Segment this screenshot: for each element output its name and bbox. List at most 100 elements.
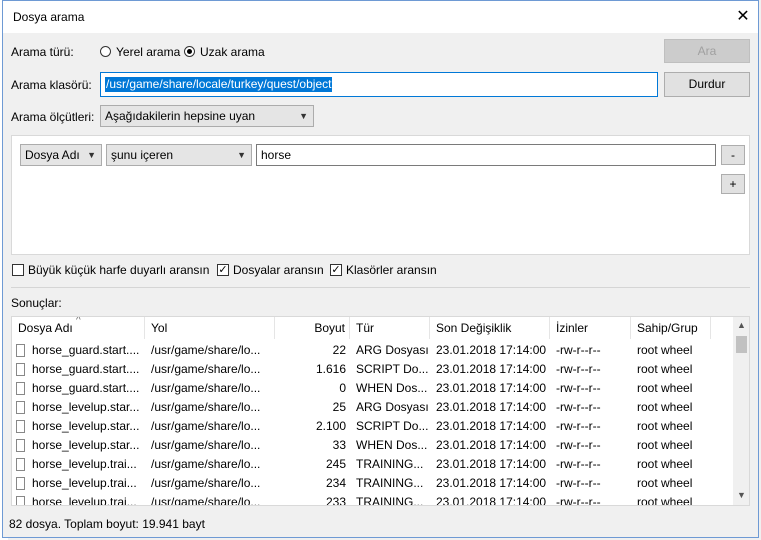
sort-ascending-icon: ^ bbox=[76, 316, 81, 326]
rule-value-text: horse bbox=[261, 148, 292, 162]
table-row[interactable]: horse_guard.start.... /usr/game/share/lo.… bbox=[12, 379, 728, 398]
table-row[interactable]: horse_levelup.trai... /usr/game/share/lo.… bbox=[12, 474, 728, 493]
cell-type: TRAINING... bbox=[356, 476, 424, 490]
search-dialog: Dosya arama ✕ Arama türü: Yerel arama Uz… bbox=[2, 0, 759, 538]
search-files-label: Dosyalar aransın bbox=[233, 263, 324, 277]
file-icon bbox=[16, 477, 25, 490]
cell-permissions: -rw-r--r-- bbox=[556, 362, 601, 376]
cell-owner: root wheel bbox=[637, 343, 693, 357]
column-header-name[interactable]: Dosya Adı ^ bbox=[12, 317, 145, 339]
cell-name: horse_levelup.star... bbox=[32, 438, 140, 452]
cell-modified: 23.01.2018 17:14:00 bbox=[436, 343, 547, 357]
cell-name: horse_levelup.trai... bbox=[32, 495, 137, 506]
scrollbar-thumb[interactable] bbox=[736, 336, 747, 353]
cell-type: ARG Dosyası bbox=[356, 400, 429, 414]
cell-modified: 23.01.2018 17:14:00 bbox=[436, 495, 547, 506]
add-rule-button[interactable]: + bbox=[721, 174, 745, 194]
divider bbox=[11, 287, 750, 288]
results-scrollbar[interactable]: ▲ ▼ bbox=[733, 317, 749, 505]
cell-size: 233 bbox=[325, 495, 346, 506]
cell-size: 1.616 bbox=[315, 362, 346, 376]
table-row[interactable]: horse_guard.start.... /usr/game/share/lo.… bbox=[12, 360, 728, 379]
cell-type: TRAINING... bbox=[356, 495, 424, 506]
close-icon[interactable]: ✕ bbox=[732, 6, 754, 28]
file-icon bbox=[16, 344, 25, 357]
cell-owner: root wheel bbox=[637, 495, 693, 506]
table-row[interactable]: horse_levelup.star... /usr/game/share/lo.… bbox=[12, 436, 728, 455]
cell-owner: root wheel bbox=[637, 362, 693, 376]
results-header: Dosya Adı ^ Yol Boyut Tür Son Değişiklik… bbox=[12, 317, 732, 339]
criteria-panel: Dosya Adı ▼ şunu içeren ▼ horse - + bbox=[11, 135, 750, 255]
scroll-up-icon[interactable]: ▲ bbox=[733, 317, 749, 334]
stop-button[interactable]: Durdur bbox=[664, 72, 750, 97]
search-type-label: Arama türü: bbox=[11, 45, 74, 59]
cell-type: SCRIPT Do... bbox=[356, 362, 429, 376]
cell-path: /usr/game/share/lo... bbox=[151, 457, 261, 471]
chevron-down-icon: ▼ bbox=[299, 111, 308, 121]
cell-permissions: -rw-r--r-- bbox=[556, 381, 601, 395]
column-header-type[interactable]: Tür bbox=[350, 317, 430, 339]
local-search-radio[interactable] bbox=[100, 46, 111, 57]
column-header-size[interactable]: Boyut bbox=[275, 317, 350, 339]
table-row[interactable]: horse_levelup.trai... /usr/game/share/lo.… bbox=[12, 493, 728, 506]
cell-permissions: -rw-r--r-- bbox=[556, 419, 601, 433]
criteria-match-select[interactable]: Aşağıdakilerin hepsine uyan ▼ bbox=[100, 105, 314, 127]
file-icon bbox=[16, 363, 25, 376]
column-header-modified[interactable]: Son Değişiklik bbox=[430, 317, 550, 339]
results-rows: horse_guard.start.... /usr/game/share/lo.… bbox=[12, 341, 732, 506]
cell-size: 33 bbox=[332, 438, 346, 452]
remove-rule-button[interactable]: - bbox=[721, 145, 745, 165]
case-sensitive-checkbox[interactable] bbox=[12, 264, 24, 276]
cell-permissions: -rw-r--r-- bbox=[556, 476, 601, 490]
cell-modified: 23.01.2018 17:14:00 bbox=[436, 476, 547, 490]
cell-path: /usr/game/share/lo... bbox=[151, 362, 261, 376]
cell-path: /usr/game/share/lo... bbox=[151, 343, 261, 357]
column-header-permissions[interactable]: İzinler bbox=[550, 317, 631, 339]
case-sensitive-label: Büyük küçük harfe duyarlı aransın bbox=[28, 263, 210, 277]
file-icon bbox=[16, 458, 25, 471]
search-files-checkbox[interactable]: ✓ bbox=[217, 264, 229, 276]
cell-owner: root wheel bbox=[637, 400, 693, 414]
search-folders-checkbox[interactable]: ✓ bbox=[330, 264, 342, 276]
criteria-match-value: Aşağıdakilerin hepsine uyan bbox=[105, 109, 256, 123]
cell-owner: root wheel bbox=[637, 381, 693, 395]
file-icon bbox=[16, 382, 25, 395]
rule-operator-select[interactable]: şunu içeren ▼ bbox=[106, 144, 252, 166]
table-row[interactable]: horse_guard.start.... /usr/game/share/lo.… bbox=[12, 341, 728, 360]
cell-owner: root wheel bbox=[637, 476, 693, 490]
cell-path: /usr/game/share/lo... bbox=[151, 495, 261, 506]
rule-field-select[interactable]: Dosya Adı ▼ bbox=[20, 144, 102, 166]
cell-path: /usr/game/share/lo... bbox=[151, 381, 261, 395]
cell-name: horse_levelup.trai... bbox=[32, 476, 137, 490]
column-header-owner[interactable]: Sahip/Grup bbox=[631, 317, 711, 339]
rule-value-input[interactable]: horse bbox=[256, 144, 716, 166]
cell-size: 0 bbox=[339, 381, 346, 395]
search-button[interactable]: Ara bbox=[664, 39, 750, 63]
table-row[interactable]: horse_levelup.star... /usr/game/share/lo.… bbox=[12, 417, 728, 436]
cell-name: horse_guard.start.... bbox=[32, 362, 140, 376]
search-folder-input[interactable]: /usr/game/share/locale/turkey/quest/obje… bbox=[100, 72, 658, 97]
cell-name: horse_levelup.trai... bbox=[32, 457, 137, 471]
cell-path: /usr/game/share/lo... bbox=[151, 476, 261, 490]
cell-type: WHEN Dos... bbox=[356, 381, 428, 395]
cell-name: horse_levelup.star... bbox=[32, 419, 140, 433]
rule-field-value: Dosya Adı bbox=[25, 148, 80, 162]
column-header-path[interactable]: Yol bbox=[145, 317, 275, 339]
cell-permissions: -rw-r--r-- bbox=[556, 457, 601, 471]
scroll-down-icon[interactable]: ▼ bbox=[733, 487, 749, 504]
cell-type: ARG Dosyası bbox=[356, 343, 429, 357]
remote-search-radio[interactable] bbox=[184, 46, 195, 57]
file-icon bbox=[16, 401, 25, 414]
cell-size: 234 bbox=[325, 476, 346, 490]
cell-name: horse_levelup.star... bbox=[32, 400, 140, 414]
search-folders-label: Klasörler aransın bbox=[346, 263, 437, 277]
chevron-down-icon: ▼ bbox=[87, 150, 96, 160]
cell-type: TRAINING... bbox=[356, 457, 424, 471]
cell-modified: 23.01.2018 17:14:00 bbox=[436, 381, 547, 395]
file-icon bbox=[16, 420, 25, 433]
cell-size: 2.100 bbox=[315, 419, 346, 433]
table-row[interactable]: horse_levelup.star... /usr/game/share/lo.… bbox=[12, 398, 728, 417]
table-row[interactable]: horse_levelup.trai... /usr/game/share/lo.… bbox=[12, 455, 728, 474]
cell-owner: root wheel bbox=[637, 457, 693, 471]
rule-operator-value: şunu içeren bbox=[111, 148, 174, 162]
